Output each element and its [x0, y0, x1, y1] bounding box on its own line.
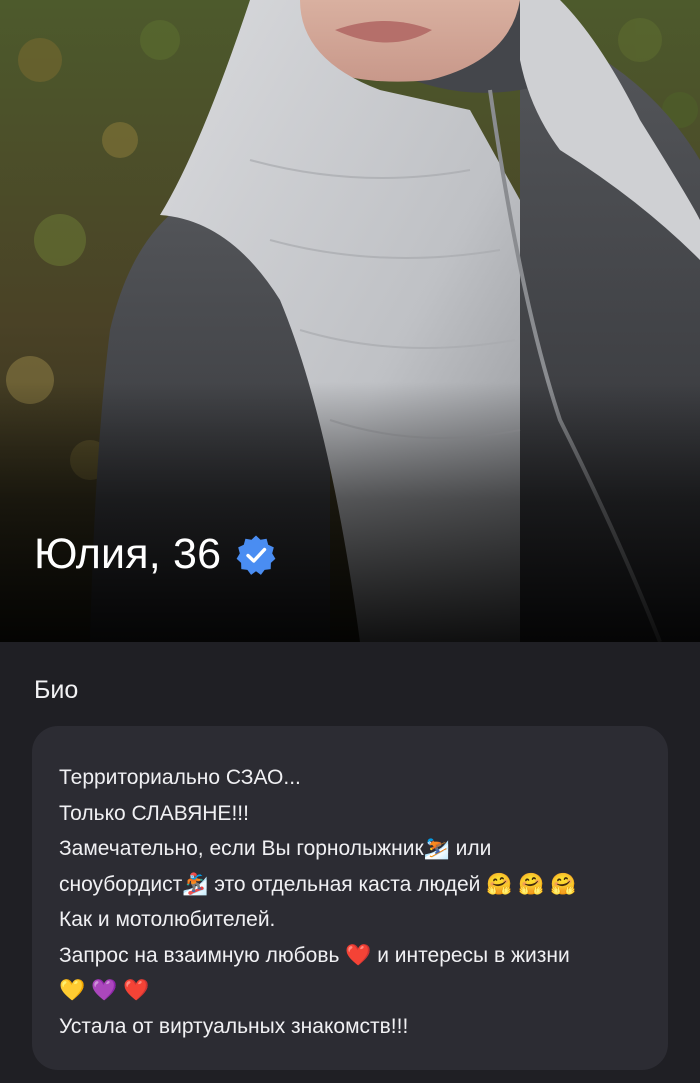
profile-name-age: Юлия, 36 — [34, 530, 222, 578]
bio-line: Территориально СЗАО... — [59, 766, 301, 789]
bio-title: Био — [34, 676, 79, 704]
photo-gradient-overlay — [0, 382, 700, 642]
bio-line: Замечательно, если Вы горнолыжник⛷️ или — [59, 837, 492, 860]
bio-line: 💛 💜 ❤️ — [59, 979, 150, 1002]
bio-line: Только СЛАВЯНЕ!!! — [59, 801, 249, 825]
profile-screen: Юлия, 36 Био Территориально СЗАО... Толь… — [0, 0, 700, 1083]
bio-line: Запрос на взаимную любовь ❤️ и интересы … — [59, 943, 570, 967]
bio-text: Территориально СЗАО... Только СЛАВЯНЕ!!!… — [59, 760, 648, 1044]
bio-line: Устала от виртуальных знакомств!!! — [59, 1014, 409, 1038]
verified-badge-icon[interactable] — [235, 534, 277, 576]
name-row: Юлия, 36 — [34, 530, 277, 579]
bio-line: Как и мотолюбителей. — [59, 908, 276, 931]
bio-line: сноубордист🏂 это отдельная каста людей 🤗… — [59, 872, 577, 896]
bio-card: Территориально СЗАО... Только СЛАВЯНЕ!!!… — [32, 726, 668, 1070]
profile-photo[interactable]: Юлия, 36 — [0, 0, 700, 642]
